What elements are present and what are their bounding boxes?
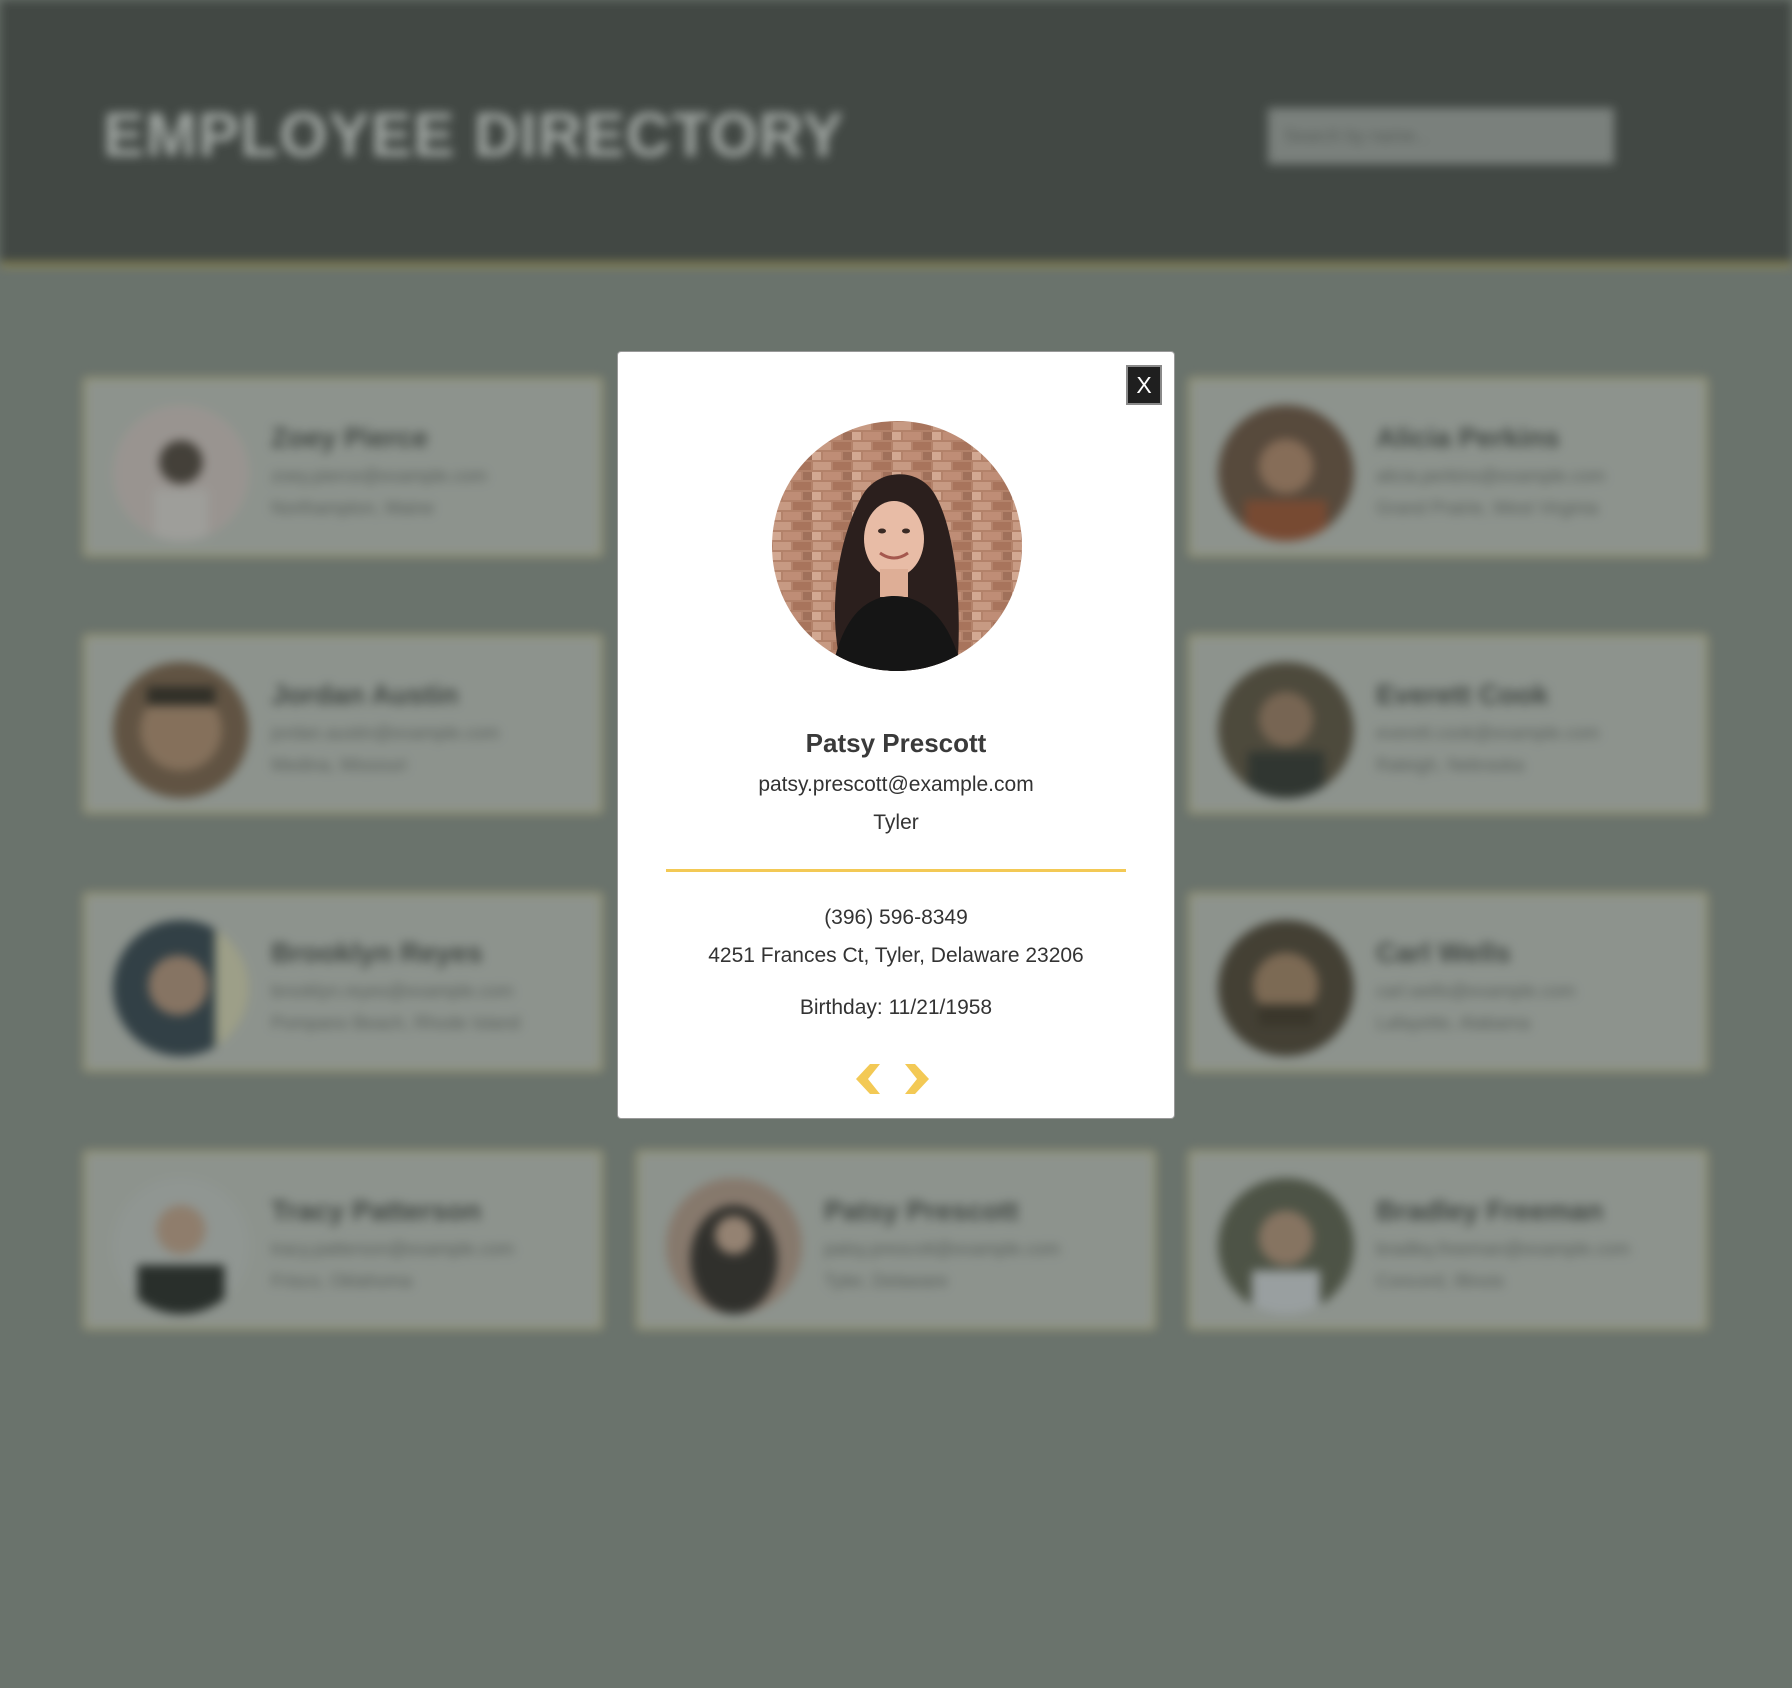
modal-divider [666, 869, 1126, 872]
chevron-left-icon [856, 1064, 880, 1094]
modal-employee-address: 4251 Frances Ct, Tyler, Delaware 23206 [708, 944, 1084, 967]
chevron-right-icon [905, 1064, 929, 1094]
next-employee-button[interactable] [903, 1062, 933, 1096]
modal-employee-name: Patsy Prescott [805, 728, 987, 758]
modal-employee-phone: (396) 596-8349 [824, 906, 968, 929]
close-button[interactable]: X [1126, 365, 1162, 405]
employee-modal: X Patsy Prescott patsy.prescott@example.… [617, 351, 1175, 1119]
modal-employee-birthday: Birthday: 11/21/1958 [799, 996, 993, 1019]
modal-employee-email: patsy.prescott@example.com [758, 773, 1034, 796]
modal-avatar [772, 421, 1022, 671]
prev-employee-button[interactable] [852, 1062, 882, 1096]
modal-employee-city: Tyler [873, 811, 919, 834]
